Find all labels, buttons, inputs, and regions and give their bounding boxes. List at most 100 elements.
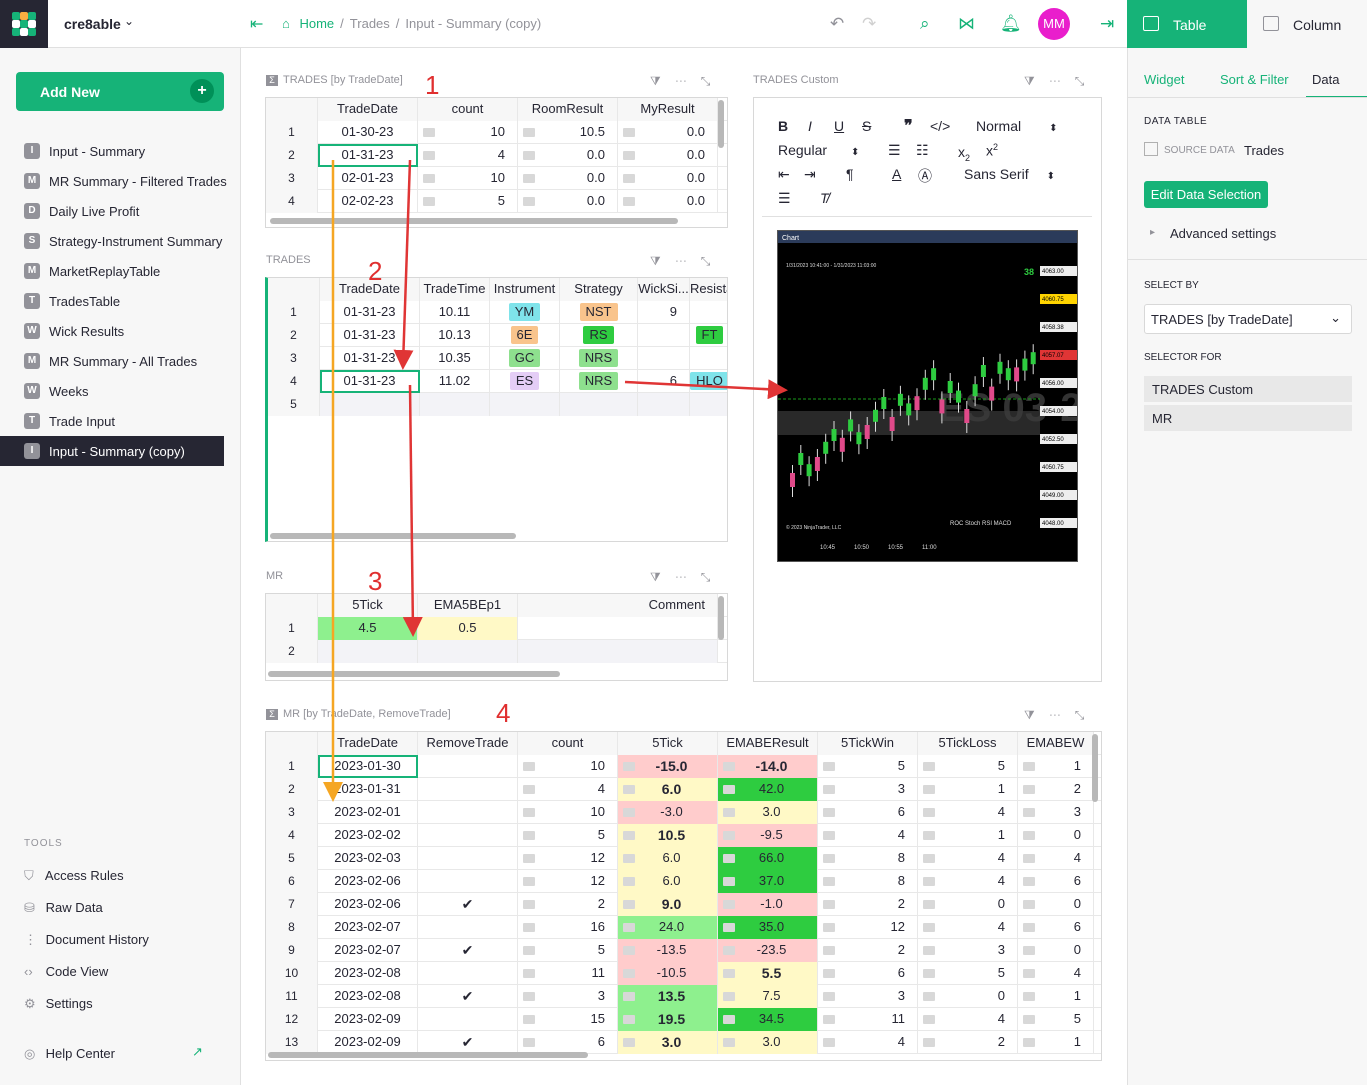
table-cell[interactable]: 01-31-23 xyxy=(318,144,418,167)
table-cell[interactable]: 19.5 xyxy=(618,1008,718,1031)
page-item[interactable]: M MR Summary - Filtered Trades xyxy=(0,166,227,196)
underline-icon[interactable]: U xyxy=(834,118,844,134)
outdent-icon[interactable]: ⇤ xyxy=(778,166,790,183)
table-cell[interactable]: 12 xyxy=(518,847,618,870)
more-icon[interactable]: ⋯ xyxy=(675,74,701,88)
vertical-scrollbar[interactable] xyxy=(718,596,724,640)
row-number[interactable]: 2 xyxy=(266,640,318,663)
chevron-down-icon[interactable]: ⌄ xyxy=(124,14,134,28)
row-number[interactable]: 9 xyxy=(266,939,318,962)
table-cell[interactable]: 0.0 xyxy=(518,144,618,167)
table-cell[interactable]: 3 xyxy=(518,985,618,1008)
highlight-icon[interactable]: Ⓐ xyxy=(918,166,932,186)
table-cell[interactable]: NRS xyxy=(560,370,638,393)
table-cell[interactable]: 4.5 xyxy=(318,617,418,640)
table-cell[interactable]: RS xyxy=(560,324,638,347)
table-cell[interactable]: 0 xyxy=(1018,824,1094,847)
row-number[interactable]: 7 xyxy=(266,893,318,916)
table-cell[interactable]: 4 xyxy=(418,144,518,167)
column-header[interactable]: 5TickLoss xyxy=(918,732,1018,755)
table-cell[interactable] xyxy=(518,640,718,663)
sort-filter-icon[interactable]: ⧩ xyxy=(650,570,675,584)
table-cell[interactable]: 4 xyxy=(918,801,1018,824)
text-color-icon[interactable]: A xyxy=(892,166,901,182)
page-item[interactable]: W Wick Results xyxy=(0,316,224,346)
table-cell[interactable]: 0 xyxy=(918,985,1018,1008)
table-cell[interactable]: 11 xyxy=(818,1008,918,1031)
page-item[interactable]: T Trade Input xyxy=(0,406,224,436)
table-cell[interactable]: 5.5 xyxy=(718,962,818,985)
row-number[interactable]: 8 xyxy=(266,916,318,939)
add-new-button[interactable]: Add New + xyxy=(16,72,224,111)
table-cell[interactable] xyxy=(490,393,560,416)
row-number[interactable]: 2 xyxy=(268,324,320,347)
table-cell[interactable]: 2023-02-06 xyxy=(318,893,418,916)
subscript-icon[interactable]: x2 xyxy=(958,144,970,163)
table-cell[interactable]: 1 xyxy=(1018,1031,1094,1054)
table-cell[interactable]: 4 xyxy=(818,1031,918,1054)
table-cell[interactable]: 66.0 xyxy=(718,847,818,870)
row-number[interactable]: 3 xyxy=(266,801,318,824)
column-header[interactable]: RoomResult xyxy=(518,98,618,121)
org-name[interactable]: cre8able xyxy=(64,16,121,32)
table-cell[interactable]: NST xyxy=(560,301,638,324)
share-icon[interactable]: ⋈ xyxy=(958,14,975,34)
column-header[interactable]: TradeTime xyxy=(420,278,490,301)
table-cell[interactable]: 0.0 xyxy=(618,144,718,167)
table-cell[interactable]: 5 xyxy=(918,755,1018,778)
row-number[interactable]: 4 xyxy=(268,370,320,393)
table-cell[interactable]: 0.0 xyxy=(618,190,718,213)
table-cell[interactable]: 01-31-23 xyxy=(320,301,420,324)
table-cell[interactable] xyxy=(690,393,727,416)
table-cell[interactable]: 6 xyxy=(818,801,918,824)
table-cell[interactable] xyxy=(418,870,518,893)
table-cell[interactable]: 34.5 xyxy=(718,1008,818,1031)
column-header[interactable]: Strategy xyxy=(560,278,638,301)
table-cell[interactable]: 2 xyxy=(518,893,618,916)
table-cell[interactable] xyxy=(418,847,518,870)
table-cell[interactable]: 01-31-23 xyxy=(320,347,420,370)
sort-filter-icon[interactable]: ⧩ xyxy=(1024,708,1049,722)
table-cell[interactable]: 0 xyxy=(1018,893,1094,916)
row-number[interactable]: 3 xyxy=(266,167,318,190)
bell-icon[interactable]: 🔔︎ xyxy=(1000,14,1022,34)
table-cell[interactable]: 01-31-23 xyxy=(320,324,420,347)
table-cell[interactable]: 10.11 xyxy=(420,301,490,324)
table-cell[interactable]: 3.0 xyxy=(718,1031,818,1054)
expand-icon[interactable]: ⤡ xyxy=(701,570,725,584)
column-header[interactable]: WickSi... xyxy=(638,278,690,301)
table-cell[interactable]: 0.0 xyxy=(518,167,618,190)
strikethrough-icon[interactable]: S xyxy=(862,118,871,134)
horizontal-scrollbar[interactable] xyxy=(270,533,516,539)
table-cell[interactable]: 12 xyxy=(518,870,618,893)
column-header[interactable]: EMABEResult xyxy=(718,732,818,755)
table-cell[interactable]: 0.5 xyxy=(418,617,518,640)
sort-filter-icon[interactable]: ⧩ xyxy=(1024,74,1049,88)
table-cell[interactable]: 2023-02-03 xyxy=(318,847,418,870)
table-cell[interactable]: 6 xyxy=(638,370,690,393)
table-cell[interactable]: -15.0 xyxy=(618,755,718,778)
table-cell[interactable]: 6 xyxy=(1018,870,1094,893)
row-number[interactable]: 11 xyxy=(266,985,318,1008)
table-cell[interactable]: 24.0 xyxy=(618,916,718,939)
table-cell[interactable]: 5 xyxy=(1018,1008,1094,1031)
home-icon[interactable]: ⌂ xyxy=(282,16,290,31)
search-icon[interactable]: ⌕ xyxy=(920,14,930,34)
collapse-right-panel-icon[interactable]: ⇥ xyxy=(1100,14,1114,34)
more-icon[interactable]: ⋯ xyxy=(1049,708,1075,722)
page-item[interactable]: I Input - Summary xyxy=(0,136,224,166)
table-cell[interactable]: 6E xyxy=(490,324,560,347)
table-cell[interactable]: 7.5 xyxy=(718,985,818,1008)
table-cell[interactable]: 8 xyxy=(818,847,918,870)
ordered-list-icon[interactable]: ☰ xyxy=(888,142,901,159)
column-header[interactable]: 5Tick xyxy=(618,732,718,755)
table-cell[interactable]: 2023-02-09 xyxy=(318,1031,418,1054)
table-cell[interactable]: 1 xyxy=(1018,755,1094,778)
undo-icon[interactable]: ↶ xyxy=(830,14,844,34)
table-cell[interactable]: 3 xyxy=(818,985,918,1008)
column-header[interactable]: TradeDate xyxy=(318,98,418,121)
column-header[interactable]: EMABEW xyxy=(1018,732,1094,755)
sort-filter-icon[interactable]: ⧩ xyxy=(650,74,675,88)
row-number[interactable]: 1 xyxy=(268,301,320,324)
column-header[interactable]: Resista xyxy=(690,278,727,301)
